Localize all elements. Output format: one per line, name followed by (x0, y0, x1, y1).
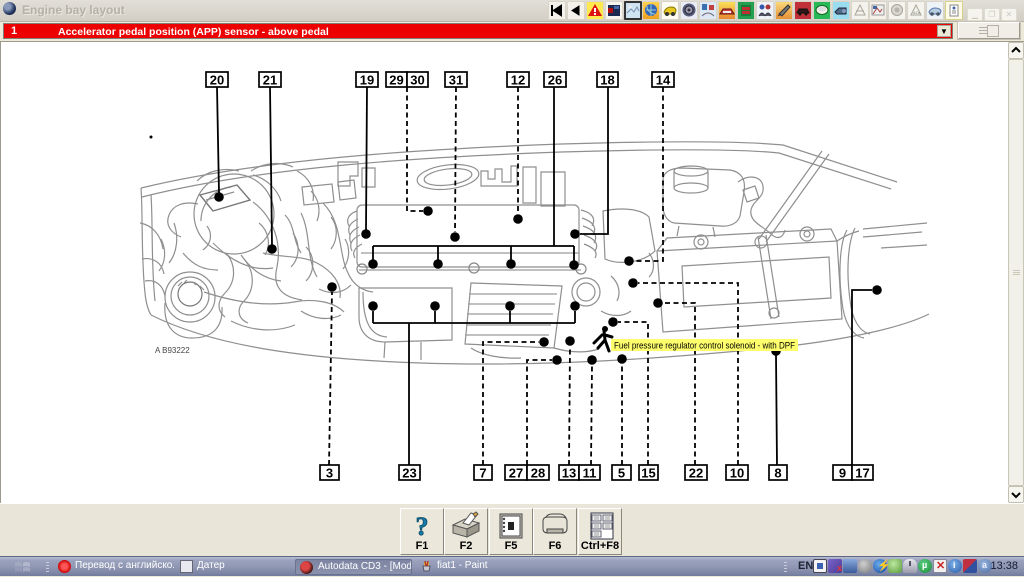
svg-text:18: 18 (600, 73, 614, 88)
svg-text:10: 10 (730, 466, 744, 481)
svg-text:13: 13 (562, 466, 576, 481)
svg-text:9: 9 (839, 466, 846, 481)
svg-text:5: 5 (618, 466, 625, 481)
svg-text:19: 19 (360, 73, 374, 88)
svg-text:11: 11 (583, 466, 597, 481)
svg-text:?: ? (416, 512, 429, 541)
svg-text:8: 8 (774, 466, 781, 481)
svg-text:29: 29 (389, 73, 403, 88)
svg-text:3: 3 (326, 466, 333, 481)
svg-text:7: 7 (479, 466, 486, 481)
svg-text:A B93222: A B93222 (155, 346, 190, 355)
svg-text:14: 14 (656, 73, 671, 88)
svg-text:15: 15 (641, 466, 655, 481)
svg-text:Fuel pressure regulator contro: Fuel pressure regulator control solenoid… (614, 341, 795, 352)
svg-text:26: 26 (548, 73, 562, 88)
svg-text:17: 17 (855, 466, 869, 481)
svg-text:dZa: dZa (913, 10, 921, 15)
svg-text:22: 22 (689, 466, 703, 481)
svg-text:23: 23 (402, 466, 416, 481)
svg-text:12: 12 (511, 73, 525, 88)
svg-text:21: 21 (263, 73, 277, 88)
svg-text:27: 27 (509, 466, 523, 481)
svg-text:30: 30 (410, 73, 424, 88)
svg-text:31: 31 (449, 73, 463, 88)
svg-text:28: 28 (531, 466, 545, 481)
svg-text:20: 20 (210, 73, 224, 88)
